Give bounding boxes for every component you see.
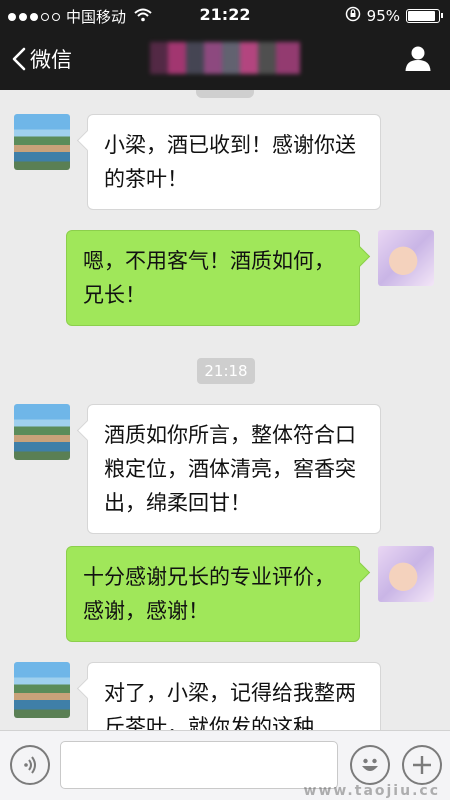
chat-area[interactable]: 小梁，酒已收到！感谢你送的茶叶！ 嗯，不用客气！酒质如何，兄长！ 21:18 酒… <box>0 90 450 730</box>
message-bubble-sent[interactable]: 嗯，不用客气！酒质如何，兄长！ <box>66 230 360 326</box>
emoji-button[interactable] <box>350 745 390 785</box>
back-button[interactable]: 微信 <box>12 44 72 74</box>
message-bubble-sent[interactable]: 十分感谢兄长的专业评价，感谢，感谢！ <box>66 546 360 642</box>
emoji-icon <box>362 758 378 771</box>
baby-avatar[interactable] <box>378 546 434 602</box>
message-bubble-received[interactable]: 酒质如你所言，整体符合口粮定位，酒体清亮，窖香突出，绵柔回甘！ <box>87 404 381 534</box>
city-avatar[interactable] <box>14 114 70 170</box>
input-bar: www.taojiu.cc <box>0 730 450 800</box>
plus-button[interactable] <box>402 745 442 785</box>
baby-avatar[interactable] <box>378 230 434 286</box>
city-avatar[interactable] <box>14 662 70 718</box>
message-input[interactable] <box>60 741 338 789</box>
battery-icon <box>406 9 443 23</box>
plus-icon <box>413 756 431 774</box>
message-bubble-received[interactable]: 对了，小梁，记得给我整两斤茶叶，就你发的这种 <box>87 662 381 730</box>
previous-timestamp-stub <box>196 90 254 98</box>
chat-title-obscured <box>150 42 300 74</box>
chevron-left-icon <box>12 47 26 71</box>
person-icon <box>405 46 431 71</box>
contact-info-button[interactable] <box>404 44 432 76</box>
voice-icon <box>24 756 36 774</box>
message-bubble-received[interactable]: 小梁，酒已收到！感谢你送的茶叶！ <box>87 114 381 210</box>
nav-bar: 微信 <box>0 30 450 90</box>
rotation-lock-icon <box>345 6 361 26</box>
status-bar: 中国移动 21:22 95% <box>0 0 450 30</box>
battery-percent: 95% <box>366 7 400 25</box>
voice-button[interactable] <box>10 745 50 785</box>
chat-timestamp: 21:18 <box>197 358 255 384</box>
back-label: 微信 <box>30 48 72 72</box>
watermark: www.taojiu.cc <box>303 783 440 799</box>
city-avatar[interactable] <box>14 404 70 460</box>
